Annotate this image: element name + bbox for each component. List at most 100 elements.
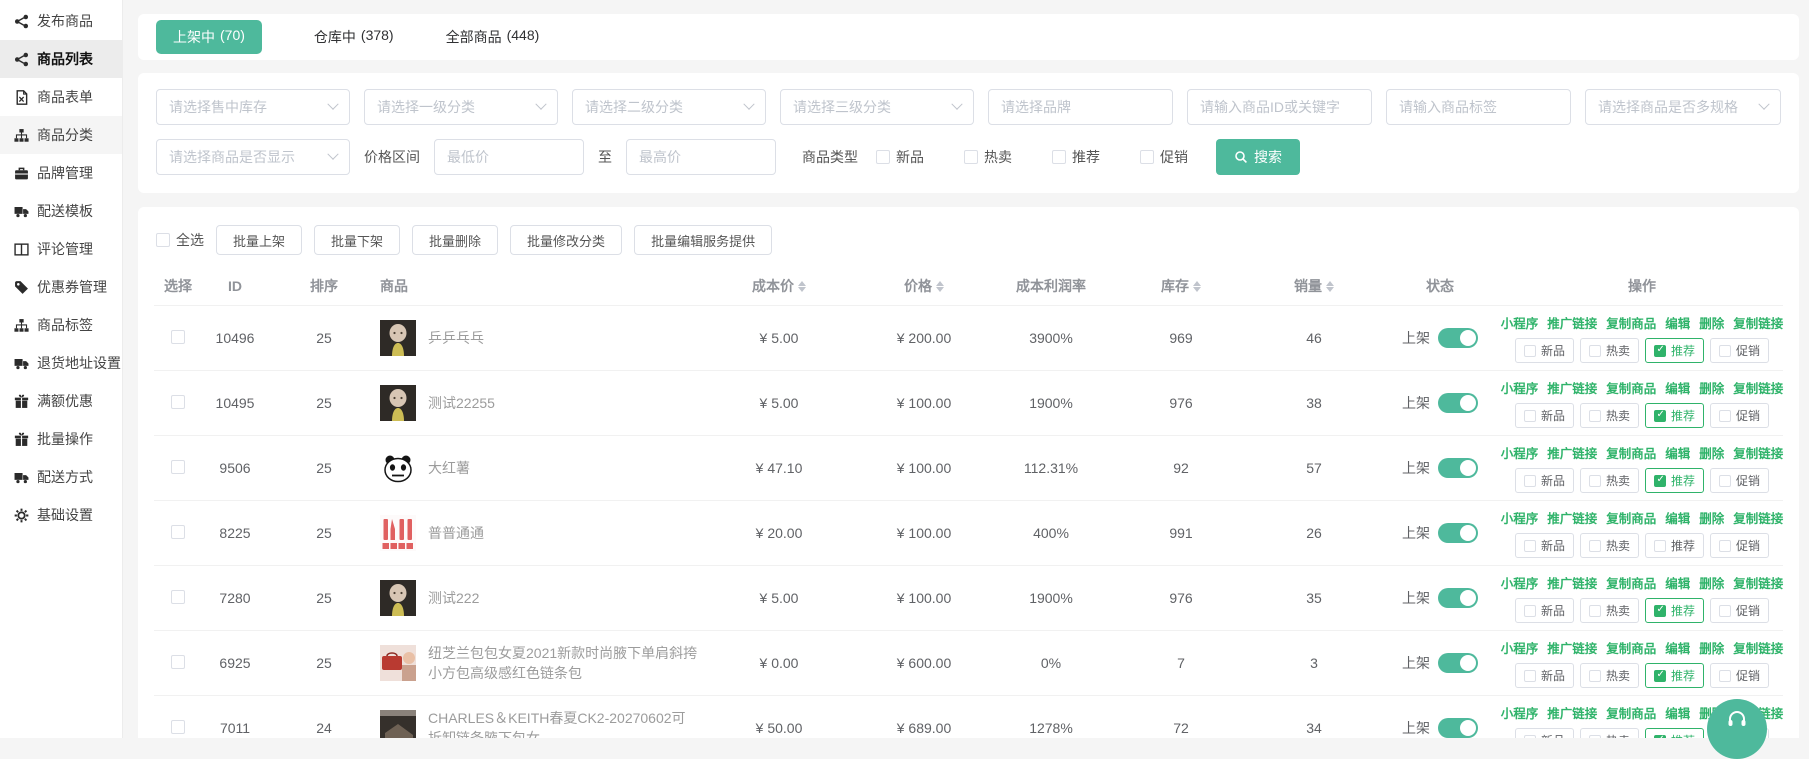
- op-link-promo-link[interactable]: 推广链接: [1547, 443, 1597, 462]
- op-link-edit[interactable]: 编辑: [1665, 508, 1690, 527]
- op-link-delete[interactable]: 删除: [1699, 378, 1724, 397]
- sort-carets-icon[interactable]: [1193, 281, 1201, 292]
- tag-chip-促销[interactable]: 促销: [1710, 468, 1769, 493]
- row-checkbox[interactable]: [171, 395, 185, 409]
- sidebar-item[interactable]: 发布商品: [0, 2, 122, 40]
- column-header-sales[interactable]: 销量: [1249, 276, 1379, 296]
- op-link-promo-link[interactable]: 推广链接: [1547, 573, 1597, 592]
- sidebar-item[interactable]: 配送模板: [0, 192, 122, 230]
- sidebar-item[interactable]: 商品分类: [0, 116, 122, 154]
- op-link-copy-product[interactable]: 复制商品: [1606, 508, 1656, 527]
- sidebar-item[interactable]: 优惠券管理: [0, 268, 122, 306]
- batch-button[interactable]: 批量编辑服务提供: [634, 225, 772, 255]
- op-link-copy-product[interactable]: 复制商品: [1606, 378, 1656, 397]
- tag-chip-促销[interactable]: 促销: [1710, 533, 1769, 558]
- filter-select[interactable]: 请选择三级分类: [780, 89, 974, 125]
- sidebar-item[interactable]: 商品表单: [0, 78, 122, 116]
- op-link-mini-program[interactable]: 小程序: [1501, 378, 1539, 397]
- sidebar-item[interactable]: 品牌管理: [0, 154, 122, 192]
- display-select[interactable]: 请选择商品是否显示: [156, 139, 350, 175]
- tag-chip-促销[interactable]: 促销: [1710, 663, 1769, 688]
- op-link-copy-link[interactable]: 复制链接: [1733, 313, 1783, 332]
- sidebar-item[interactable]: 商品列表: [0, 40, 122, 78]
- op-link-copy-product[interactable]: 复制商品: [1606, 313, 1656, 332]
- status-toggle[interactable]: [1438, 393, 1478, 413]
- tab-all-products[interactable]: 全部商品(448): [446, 27, 540, 47]
- op-link-promo-link[interactable]: 推广链接: [1547, 638, 1597, 657]
- op-link-edit[interactable]: 编辑: [1665, 313, 1690, 332]
- op-link-delete[interactable]: 删除: [1699, 313, 1724, 332]
- op-link-delete[interactable]: 删除: [1699, 638, 1724, 657]
- filter-input[interactable]: [988, 89, 1173, 125]
- batch-button[interactable]: 批量修改分类: [510, 225, 622, 255]
- op-link-edit[interactable]: 编辑: [1665, 638, 1690, 657]
- op-link-copy-link[interactable]: 复制链接: [1733, 508, 1783, 527]
- op-link-copy-link[interactable]: 复制链接: [1733, 443, 1783, 462]
- tag-chip-促销[interactable]: 促销: [1710, 598, 1769, 623]
- filter-input[interactable]: [1187, 89, 1372, 125]
- tag-chip-新品[interactable]: 新品: [1515, 468, 1574, 493]
- status-toggle[interactable]: [1438, 588, 1478, 608]
- select-all-checkbox[interactable]: 全选: [156, 230, 204, 250]
- row-checkbox[interactable]: [171, 720, 185, 734]
- filter-select[interactable]: 请选择二级分类: [572, 89, 766, 125]
- op-link-delete[interactable]: 删除: [1699, 443, 1724, 462]
- row-checkbox[interactable]: [171, 330, 185, 344]
- op-link-edit[interactable]: 编辑: [1665, 703, 1690, 722]
- sidebar-item[interactable]: 配送方式: [0, 458, 122, 496]
- tag-chip-新品[interactable]: 新品: [1515, 403, 1574, 428]
- tag-chip-推荐[interactable]: 推荐: [1645, 533, 1704, 558]
- op-link-copy-product[interactable]: 复制商品: [1606, 443, 1656, 462]
- op-link-copy-product[interactable]: 复制商品: [1606, 703, 1656, 722]
- tag-chip-新品[interactable]: 新品: [1515, 533, 1574, 558]
- column-header-stock[interactable]: 库存: [1113, 276, 1249, 296]
- batch-button[interactable]: 批量下架: [314, 225, 400, 255]
- sidebar-item[interactable]: 满额优惠: [0, 382, 122, 420]
- op-link-copy-link[interactable]: 复制链接: [1733, 573, 1783, 592]
- sort-carets-icon[interactable]: [798, 281, 806, 292]
- status-toggle[interactable]: [1438, 718, 1478, 738]
- op-link-mini-program[interactable]: 小程序: [1501, 638, 1539, 657]
- status-toggle[interactable]: [1438, 458, 1478, 478]
- tag-chip-热卖[interactable]: 热卖: [1580, 728, 1639, 738]
- tag-chip-热卖[interactable]: 热卖: [1580, 403, 1639, 428]
- op-link-delete[interactable]: 删除: [1699, 508, 1724, 527]
- max-price-input[interactable]: [626, 139, 776, 175]
- tag-chip-新品[interactable]: 新品: [1515, 663, 1574, 688]
- tab-on-sale[interactable]: 上架中(70): [156, 20, 262, 54]
- type-checkbox-推荐[interactable]: 推荐: [1052, 147, 1100, 167]
- op-link-mini-program[interactable]: 小程序: [1501, 313, 1539, 332]
- op-link-mini-program[interactable]: 小程序: [1501, 573, 1539, 592]
- tag-chip-热卖[interactable]: 热卖: [1580, 338, 1639, 363]
- search-button[interactable]: 搜索: [1216, 139, 1300, 175]
- status-toggle[interactable]: [1438, 653, 1478, 673]
- sidebar-item[interactable]: 批量操作: [0, 420, 122, 458]
- row-checkbox[interactable]: [171, 655, 185, 669]
- type-checkbox-热卖[interactable]: 热卖: [964, 147, 1012, 167]
- tag-chip-推荐[interactable]: 推荐: [1645, 663, 1704, 688]
- status-toggle[interactable]: [1438, 523, 1478, 543]
- tag-chip-新品[interactable]: 新品: [1515, 598, 1574, 623]
- tag-chip-热卖[interactable]: 热卖: [1580, 663, 1639, 688]
- tag-chip-热卖[interactable]: 热卖: [1580, 468, 1639, 493]
- op-link-mini-program[interactable]: 小程序: [1501, 703, 1539, 722]
- tab-in-warehouse[interactable]: 仓库中(378): [314, 27, 394, 47]
- op-link-mini-program[interactable]: 小程序: [1501, 508, 1539, 527]
- tag-chip-热卖[interactable]: 热卖: [1580, 598, 1639, 623]
- tag-chip-推荐[interactable]: 推荐: [1645, 468, 1704, 493]
- tag-chip-热卖[interactable]: 热卖: [1580, 533, 1639, 558]
- type-checkbox-新品[interactable]: 新品: [876, 147, 924, 167]
- tag-chip-促销[interactable]: 促销: [1710, 403, 1769, 428]
- filter-select[interactable]: 请选择一级分类: [364, 89, 558, 125]
- op-link-mini-program[interactable]: 小程序: [1501, 443, 1539, 462]
- column-header-cost[interactable]: 成本价: [699, 276, 859, 296]
- op-link-edit[interactable]: 编辑: [1665, 443, 1690, 462]
- row-checkbox[interactable]: [171, 460, 185, 474]
- batch-button[interactable]: 批量删除: [412, 225, 498, 255]
- batch-button[interactable]: 批量上架: [216, 225, 302, 255]
- filter-input[interactable]: [1386, 89, 1571, 125]
- tag-chip-新品[interactable]: 新品: [1515, 338, 1574, 363]
- op-link-delete[interactable]: 删除: [1699, 573, 1724, 592]
- row-checkbox[interactable]: [171, 525, 185, 539]
- min-price-input[interactable]: [434, 139, 584, 175]
